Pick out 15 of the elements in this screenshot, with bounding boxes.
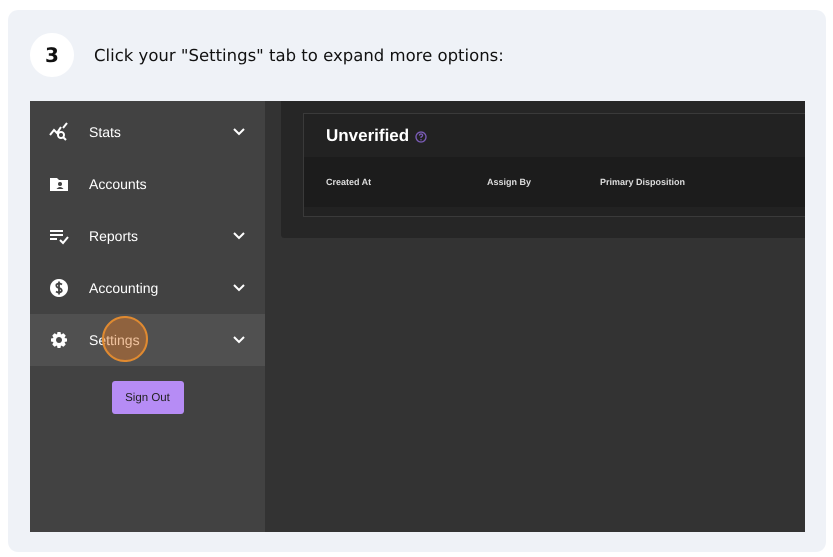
sidebar-item[interactable]: Stats bbox=[30, 106, 265, 158]
column-header: Created At bbox=[326, 177, 372, 187]
sidebar-item[interactable]: Accounting bbox=[30, 262, 265, 314]
sidebar-item[interactable]: Reports bbox=[30, 210, 265, 262]
dollar-circle-icon bbox=[49, 278, 69, 298]
sidebar-item[interactable]: Accounts bbox=[30, 158, 265, 210]
sign-out-button[interactable]: Sign Out bbox=[112, 381, 184, 414]
column-header: Primary Disposition bbox=[600, 177, 686, 187]
gear-icon bbox=[49, 330, 69, 350]
step-number: 3 bbox=[30, 33, 74, 77]
panel-title: Unverified bbox=[326, 126, 410, 146]
step-instruction: Click your "Settings" tab to expand more options: bbox=[94, 46, 504, 64]
help-icon[interactable] bbox=[415, 131, 428, 143]
column-header: Assign By bbox=[487, 177, 532, 187]
stats-icon bbox=[49, 122, 69, 142]
